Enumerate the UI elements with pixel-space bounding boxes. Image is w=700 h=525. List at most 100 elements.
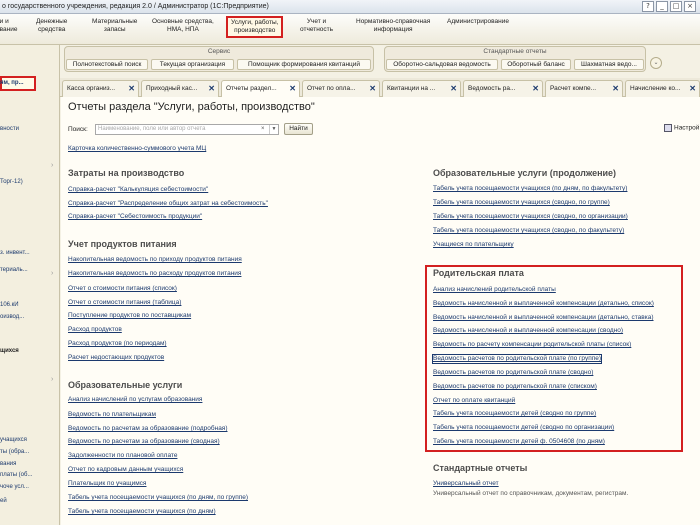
report-link[interactable]: Расчет недостающих продуктов: [68, 354, 164, 362]
close-button[interactable]: ×: [684, 1, 696, 12]
report-link[interactable]: Ведомость по плательщикам: [68, 411, 156, 419]
close-icon[interactable]: ✕: [612, 81, 619, 97]
sidebar-scroll-arrow-icon[interactable]: ›: [51, 376, 53, 383]
report-link[interactable]: Табель учета посещаемости учащихся (по д…: [68, 508, 216, 516]
report-link[interactable]: Отчет о стоимости питания (таблица): [68, 299, 181, 307]
report-link[interactable]: Справка-расчет "Распределение общих затр…: [68, 200, 268, 208]
sidebar-item[interactable]: териаль...: [0, 266, 28, 274]
report-link[interactable]: Отчет по оплате квитанций: [433, 397, 515, 405]
sidebar-item[interactable]: Торг-12): [0, 178, 23, 186]
report-link[interactable]: Табель учета посещаемости учащихся (по д…: [68, 494, 248, 502]
sidebar-item[interactable]: ей: [0, 497, 7, 505]
report-link[interactable]: Табель учета посещаемости учащихся (свод…: [433, 227, 624, 235]
report-link[interactable]: Анализ начислений родительской платы: [433, 286, 556, 294]
report-link[interactable]: Отчет о стоимости питания (список): [68, 285, 177, 293]
current-org-button[interactable]: Текущая организация: [151, 59, 234, 70]
menu-item-reference[interactable]: Нормативно-справочная информация: [356, 18, 430, 34]
dropdown-arrow-icon[interactable]: ▼: [269, 125, 278, 134]
sidebar-item[interactable]: вания: [0, 460, 16, 468]
maximize-button[interactable]: □: [670, 1, 682, 12]
report-link[interactable]: Карточка количественно-суммового учета М…: [68, 145, 206, 153]
find-button[interactable]: Найти: [284, 123, 313, 135]
open-tab[interactable]: Приходный кас... ✕: [141, 80, 219, 97]
menu-item-fixed-assets[interactable]: Основные средства, НМА, НПА: [152, 18, 214, 34]
sidebar-item[interactable]: оизвод...: [0, 313, 24, 321]
report-link[interactable]: Учащиеся по плательщику: [433, 241, 514, 249]
menu-item-truncated[interactable]: ии и ование: [0, 18, 17, 34]
report-link[interactable]: Справка-расчет "Калькуляция себестоимост…: [68, 186, 208, 194]
report-link[interactable]: Расход продуктов (по периодам): [68, 340, 167, 348]
report-link[interactable]: Расход продуктов: [68, 326, 122, 334]
close-icon[interactable]: ✕: [532, 81, 539, 97]
clear-icon[interactable]: ×: [261, 125, 268, 134]
minimize-button[interactable]: _: [656, 1, 668, 12]
open-tab-label: Ведомость ра...: [468, 85, 516, 92]
sidebar-item[interactable]: вности: [0, 125, 19, 133]
open-tab-label: Отчеты раздел...: [226, 85, 277, 92]
report-link[interactable]: Табель учета посещаемости учащихся (по д…: [433, 185, 627, 193]
report-link[interactable]: Ведомость расчетов по родительской плате…: [433, 383, 597, 391]
report-link[interactable]: Табель учета посещаемости учащихся (свод…: [433, 199, 610, 207]
open-tab[interactable]: Касса организ... ✕: [62, 80, 139, 97]
sidebar-item[interactable]: платы (об...: [0, 471, 32, 479]
close-icon[interactable]: ✕: [369, 81, 376, 97]
report-link[interactable]: Табель учета посещаемости учащихся (свод…: [433, 213, 628, 221]
report-link[interactable]: Отчет по кадровым данным учащихся: [68, 466, 183, 474]
report-link[interactable]: Плательщик по учащимся: [68, 480, 146, 488]
open-tab[interactable]: Квитанции на ... ✕: [382, 80, 461, 97]
menu-item-money[interactable]: Денежные средства: [36, 18, 67, 34]
menu-item-admin[interactable]: Администрирование: [447, 18, 509, 26]
sidebar-item-active[interactable]: ям, пр...: [0, 79, 24, 87]
sidebar-item[interactable]: 106.кИ: [0, 301, 19, 309]
report-link[interactable]: Ведомость по расчетам за образование (св…: [68, 438, 220, 446]
report-link[interactable]: Ведомость по расчетам за образование (по…: [68, 425, 228, 433]
menu-item-materials[interactable]: Материальные запасы: [92, 18, 137, 34]
sidebar-scroll-arrow-icon[interactable]: ›: [51, 162, 53, 169]
section-title-edu-cont: Образовательные услуги (продолжение): [433, 168, 617, 178]
chess-sheet-button[interactable]: Шахматная ведо...: [574, 59, 644, 70]
sidebar-item[interactable]: учащихся: [0, 436, 27, 444]
report-link[interactable]: Табель учета посещаемости детей (сводно …: [433, 410, 596, 418]
sidebar-item[interactable]: ты (обра...: [0, 448, 29, 456]
open-tab[interactable]: Ведомость ра... ✕: [463, 80, 543, 97]
report-link[interactable]: Ведомость расчетов по родительской плате…: [433, 369, 593, 377]
report-link-selected[interactable]: Ведомость расчетов по родительской плате…: [431, 354, 603, 364]
report-link[interactable]: Анализ начислений по услугам образования: [68, 396, 202, 404]
close-icon[interactable]: ✕: [208, 81, 215, 97]
open-tab-active[interactable]: Отчеты раздел... ✕: [221, 80, 300, 98]
window-titlebar: о государственного учреждения, редакция …: [0, 0, 700, 14]
report-link[interactable]: Справка-расчет "Себестоимость продукции": [68, 213, 202, 221]
settings-button[interactable]: Настрой: [664, 124, 699, 132]
close-icon[interactable]: ✕: [450, 81, 457, 97]
open-tab[interactable]: Начисление ко... ✕: [625, 80, 700, 97]
report-link[interactable]: Ведомость начисленной и выплаченной комп…: [433, 300, 654, 308]
turnover-sheet-button[interactable]: Оборотно-сальдовая ведомость: [386, 59, 498, 70]
search-input[interactable]: Наименование, поле или автор отчета × ▼: [95, 124, 279, 135]
report-link[interactable]: Накопительная ведомость по приходу проду…: [68, 256, 242, 264]
report-link[interactable]: Накопительная ведомость по расходу проду…: [68, 270, 241, 278]
receipt-helper-button[interactable]: Помощник формирования квитанций: [237, 59, 371, 70]
menu-item-accounting[interactable]: Учет и отчетность: [300, 18, 333, 34]
report-link[interactable]: Табель учета посещаемости детей (сводно …: [433, 424, 614, 432]
help-button[interactable]: ?: [642, 1, 654, 12]
close-icon[interactable]: ✕: [128, 81, 135, 97]
report-link[interactable]: Ведомость начисленной и выплаченной комп…: [433, 327, 623, 335]
open-tab[interactable]: Расчет компе... ✕: [545, 80, 623, 97]
open-tab-label: Приходный кас...: [146, 85, 198, 92]
sidebar-item[interactable]: з. инвент...: [0, 249, 30, 257]
fulltext-search-button[interactable]: Полнотекстовый поиск: [66, 59, 148, 70]
close-icon[interactable]: ✕: [289, 81, 296, 97]
menu-item-services[interactable]: Услуги, работы, производство: [226, 16, 284, 38]
report-link[interactable]: Универсальный отчет: [433, 480, 499, 488]
chevron-down-icon[interactable]: ⌄: [650, 57, 662, 69]
sidebar-scroll-arrow-icon[interactable]: ›: [51, 270, 53, 277]
turnover-balance-button[interactable]: Оборотный баланс: [501, 59, 571, 70]
report-link[interactable]: Ведомость по расчету компенсации родител…: [433, 341, 631, 349]
report-link[interactable]: Задолженности по плановой оплате: [68, 452, 177, 460]
close-icon[interactable]: ✕: [689, 81, 696, 97]
report-link[interactable]: Табель учета посещаемости детей ф. 05046…: [433, 438, 605, 446]
open-tab[interactable]: Отчет по опла... ✕: [302, 80, 380, 97]
report-link[interactable]: Поступление продуктов по поставщикам: [68, 312, 191, 320]
report-link[interactable]: Ведомость начисленной и выплаченной комп…: [433, 314, 654, 322]
sidebar-item[interactable]: чоче усл...: [0, 483, 29, 491]
